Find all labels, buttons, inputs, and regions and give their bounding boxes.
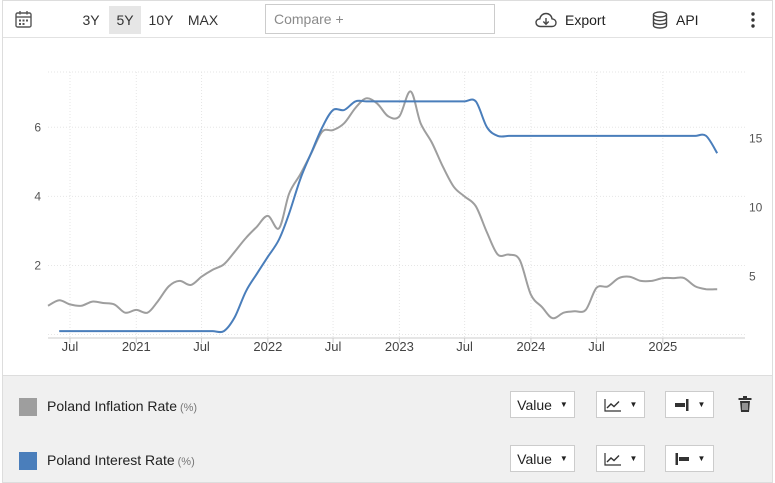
range-3y-button[interactable]: 3Y (77, 6, 105, 34)
x-axis-tick-label: Jul (62, 339, 79, 354)
range-10y-button[interactable]: 10Y (144, 6, 178, 34)
axis-position-dropdown[interactable]: ▼ (665, 391, 714, 418)
axis-right-icon (674, 398, 689, 411)
range-max-button[interactable]: MAX (183, 6, 223, 34)
line-chart-icon (603, 452, 621, 466)
series-color-swatch[interactable] (19, 398, 37, 416)
series-color-swatch[interactable] (19, 452, 37, 470)
chart-type-dropdown[interactable]: ▼ (596, 445, 645, 472)
api-label: API (676, 12, 699, 28)
line-chart: 2 4 6 5 10 15 Jul 2021 Jul 2022 Jul 2023 Jul 2024 Jul 2… (34, 71, 763, 354)
x-axis-tick-label: 2023 (385, 339, 414, 354)
x-axis-tick-label: Jul (588, 339, 605, 354)
caret-down-icon: ▼ (697, 400, 706, 409)
x-axis-tick-label: 2024 (516, 339, 545, 354)
value-dropdown[interactable]: Value ▼ (510, 445, 575, 472)
database-icon (652, 11, 668, 29)
y-axis-right-tick-label: 5 (749, 270, 756, 284)
chart-widget: 3Y 5Y 10Y MAX Export API 2 4 6 (2, 0, 773, 483)
cloud-download-icon (535, 12, 557, 28)
chart-plot-area: 2 4 6 5 10 15 Jul 2021 Jul 2022 Jul 2023 Jul 2024 Jul 2… (3, 39, 772, 375)
y-axis-left-tick-label: 4 (34, 189, 41, 203)
legend-panel: Poland Inflation Rate (%) Value ▼ ▼ ▼ Po… (3, 375, 772, 482)
export-label: Export (565, 12, 606, 28)
legend-row-inflation: Poland Inflation Rate (%) Value ▼ ▼ ▼ (3, 388, 772, 428)
compare-input[interactable] (265, 4, 495, 34)
api-button[interactable]: API (652, 6, 699, 34)
trash-icon[interactable] (738, 396, 752, 412)
export-button[interactable]: Export (535, 6, 605, 34)
chart-type-dropdown[interactable]: ▼ (596, 391, 645, 418)
x-axis-tick-label: 2022 (253, 339, 282, 354)
series-name: Poland Interest Rate (%) (47, 452, 195, 468)
y-axis-right-tick-label: 15 (749, 131, 763, 145)
range-5y-button[interactable]: 5Y (109, 6, 141, 34)
x-axis-tick-label: Jul (456, 339, 473, 354)
caret-down-icon: ▼ (629, 400, 638, 409)
y-axis-right-tick-label: 10 (749, 201, 763, 215)
caret-down-icon: ▼ (697, 454, 706, 463)
series-name: Poland Inflation Rate (%) (47, 398, 198, 414)
series-line-poland-interest-rate (59, 98, 719, 334)
series-unit: (%) (179, 402, 198, 414)
caret-down-icon: ▼ (629, 454, 638, 463)
more-vertical-icon[interactable] (745, 11, 761, 29)
axis-left-icon (675, 452, 689, 465)
x-axis-tick-label: Jul (325, 339, 342, 354)
y-axis-left-tick-label: 2 (34, 258, 41, 272)
chart-toolbar: 3Y 5Y 10Y MAX Export API (3, 1, 772, 38)
y-axis-left-tick-label: 6 (34, 120, 41, 134)
series-line-poland-inflation-rate (47, 90, 718, 320)
line-chart-icon (603, 398, 621, 412)
axis-position-dropdown[interactable]: ▼ (665, 445, 714, 472)
legend-row-interest: Poland Interest Rate (%) Value ▼ ▼ ▼ (3, 442, 772, 482)
series-unit: (%) (177, 456, 195, 468)
x-axis-tick-label: 2021 (122, 339, 151, 354)
value-dropdown[interactable]: Value ▼ (510, 391, 575, 418)
caret-down-icon: ▼ (559, 400, 568, 409)
x-axis-tick-label: Jul (193, 339, 210, 354)
calendar-icon[interactable] (15, 10, 32, 28)
x-axis-tick-label: 2025 (648, 339, 677, 354)
caret-down-icon: ▼ (559, 454, 568, 463)
